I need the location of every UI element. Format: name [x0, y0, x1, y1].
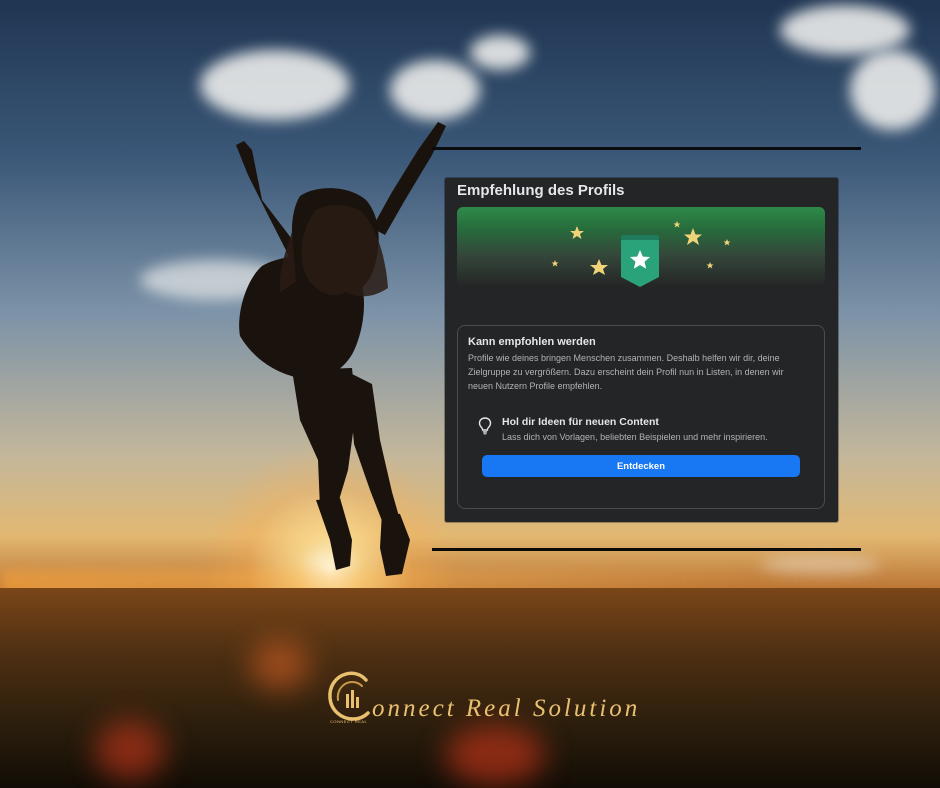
- recommendation-status-card: Kann empfohlen werden Profile wie deines…: [457, 325, 825, 509]
- card-title: Kann empfohlen werden: [468, 336, 596, 348]
- discover-button[interactable]: Entdecken: [482, 455, 800, 477]
- brand-watermark: CONNECT REAL onnect Real Solution: [326, 670, 706, 730]
- badge-icon: [621, 235, 659, 287]
- brand-name: onnect Real Solution: [372, 695, 641, 722]
- logo-small-text: CONNECT REAL: [330, 719, 368, 724]
- background-photo: Empfehlung des Profils Kann empfohlen we…: [0, 0, 940, 788]
- content-ideas-tip: Hol dir Ideen für neuen Content Lass dic…: [478, 414, 808, 454]
- panel-title: Empfehlung des Profils: [457, 182, 625, 199]
- divider-line-top: [432, 147, 861, 150]
- profile-recommendation-panel: Empfehlung des Profils Kann empfohlen we…: [445, 178, 838, 522]
- lightbulb-icon: [478, 417, 492, 435]
- card-description: Profile wie deines bringen Menschen zusa…: [468, 353, 784, 391]
- divider-line-bottom: [432, 548, 861, 551]
- recommendation-banner: [457, 207, 825, 287]
- tip-title: Hol dir Ideen für neuen Content: [502, 416, 659, 428]
- tip-description: Lass dich von Vorlagen, beliebten Beispi…: [502, 432, 768, 442]
